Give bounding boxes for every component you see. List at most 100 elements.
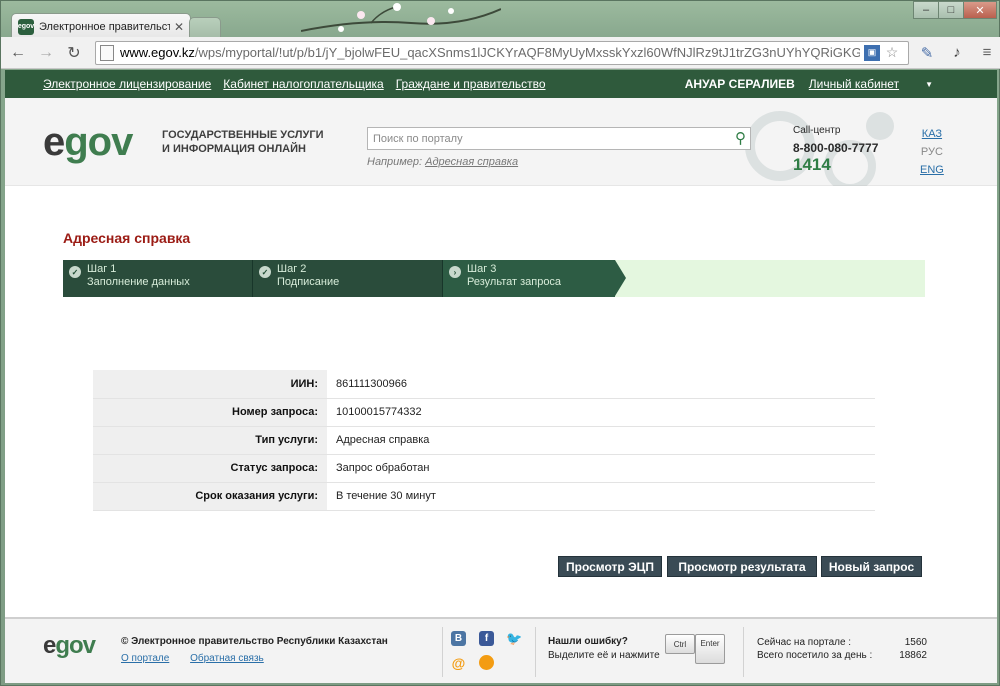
- step-number: Шаг 1: [87, 263, 117, 275]
- new-request-button[interactable]: Новый запрос: [821, 556, 922, 577]
- table-row: Номер запроса: 10100015774332: [93, 398, 875, 427]
- table-row: Срок оказания услуги: В течение 30 минут: [93, 482, 875, 511]
- wizard-steps: ✓ Шаг 1 Заполнение данных ✓ Шаг 2 Подпис…: [63, 260, 925, 297]
- row-value: Запрос обработан: [327, 454, 875, 483]
- site-footer: egov © Электронное правительство Республ…: [5, 617, 997, 683]
- user-name: АНУАР СЕРАЛИЕВ: [684, 77, 795, 91]
- egov-favicon-icon: egov: [18, 18, 34, 35]
- table-row: Статус запроса: Запрос обработан: [93, 454, 875, 483]
- table-row: Тип услуги: Адресная справка: [93, 426, 875, 455]
- about-link[interactable]: О портале: [121, 653, 169, 664]
- row-value: В течение 30 минут: [327, 482, 875, 511]
- browser-window: egov Электронное правительств ✕ – □ ✕ ← …: [0, 0, 1000, 686]
- step-number: Шаг 2: [277, 263, 307, 275]
- step-2: ✓ Шаг 2 Подписание: [253, 260, 443, 297]
- logo-e: e: [43, 120, 65, 164]
- menu-icon[interactable]: ≡: [975, 41, 999, 65]
- search-icon[interactable]: ⚲: [735, 129, 746, 147]
- twitter-icon[interactable]: 🐦: [506, 631, 522, 646]
- url-text[interactable]: www.egov.kz/wps/myportal/!ut/p/b1/jY_bjo…: [120, 45, 860, 60]
- logo-gov: gov: [64, 120, 133, 164]
- footer-divider: [442, 627, 443, 677]
- footer-copyright: © Электронное правительство Республики К…: [121, 636, 388, 647]
- page-title: Адресная справка: [63, 230, 191, 246]
- footer-divider: [743, 627, 744, 677]
- call-center-short-number: 1414: [793, 155, 831, 174]
- nav-link-citizens[interactable]: Граждане и правительство: [396, 77, 546, 91]
- nav-link-licensing[interactable]: Электронное лицензирование: [43, 77, 211, 91]
- footer-logo[interactable]: egov: [43, 632, 96, 660]
- step-name: Подписание: [277, 276, 340, 288]
- site-header: egov ГОСУДАРСТВЕННЫЕ УСЛУГИ И ИНФОРМАЦИЯ…: [5, 98, 997, 186]
- error-text: Выделите её и нажмите: [548, 650, 660, 661]
- blossom-decoration: [301, 3, 501, 32]
- pen-extension-icon[interactable]: ✎: [915, 41, 939, 65]
- stat-daily: Всего посетило за день : 18862: [757, 649, 927, 662]
- hint-link[interactable]: Адресная справка: [425, 156, 518, 168]
- view-result-button[interactable]: Просмотр результата: [667, 556, 817, 577]
- call-center-phone: 8-800-080-7777: [793, 141, 879, 155]
- egov-logo[interactable]: egov: [43, 120, 133, 165]
- minimize-button[interactable]: –: [913, 1, 939, 19]
- tagline-line-1: ГОСУДАРСТВЕННЫЕ УСЛУГИ: [162, 129, 324, 141]
- personal-cabinet-link[interactable]: Личный кабинет: [809, 77, 899, 91]
- row-value: 861111300966: [327, 370, 875, 399]
- search-placeholder: Поиск по порталу: [373, 132, 463, 145]
- footer-stats: Сейчас на портале : 1560 Всего посетило з…: [757, 636, 927, 662]
- hint-prefix: Например:: [367, 156, 423, 168]
- facebook-icon[interactable]: f: [479, 631, 494, 646]
- call-center-label: Call-центр: [793, 125, 841, 136]
- row-label: Срок оказания услуги:: [93, 482, 327, 511]
- check-icon: ✓: [259, 266, 271, 278]
- forward-arrow-icon[interactable]: →: [35, 42, 57, 64]
- report-error: Нашли ошибку? Выделите её и нажмите: [548, 635, 660, 663]
- url-host: www.egov.kz: [120, 45, 195, 60]
- lang-eng[interactable]: ENG: [920, 161, 944, 179]
- mail-icon[interactable]: @: [451, 655, 466, 671]
- maximize-button[interactable]: □: [938, 1, 964, 19]
- url-path: /wps/myportal/!ut/p/b1/jY_bjolwFEU_qacXS…: [194, 45, 860, 60]
- tagline: ГОСУДАРСТВЕННЫЕ УСЛУГИ И ИНФОРМАЦИЯ ОНЛА…: [162, 128, 324, 156]
- chevron-down-icon[interactable]: ▼: [925, 80, 933, 89]
- lang-kaz[interactable]: КАЗ: [920, 125, 944, 143]
- search-input[interactable]: Поиск по порталу ⚲: [367, 127, 751, 150]
- feedback-link[interactable]: Обратная связь: [190, 653, 264, 664]
- nav-link-taxpayer[interactable]: Кабинет налогоплательщика: [223, 77, 383, 91]
- address-bar[interactable]: www.egov.kz/wps/myportal/!ut/p/b1/jY_bjo…: [95, 40, 909, 65]
- footer-links: О портале Обратная связь: [121, 653, 282, 664]
- back-arrow-icon[interactable]: ←: [7, 42, 29, 64]
- stat-label: Всего посетило за день :: [757, 650, 873, 661]
- view-signature-button[interactable]: Просмотр ЭЦП: [558, 556, 662, 577]
- check-icon: ✓: [69, 266, 81, 278]
- footer-logo-e: e: [43, 632, 56, 659]
- search-hint: Например: Адресная справка: [367, 156, 518, 168]
- row-value: Адресная справка: [327, 426, 875, 455]
- tab-title: Электронное правительств: [39, 20, 170, 33]
- page-action-icon[interactable]: ▣: [864, 44, 880, 61]
- new-tab-button[interactable]: [189, 17, 221, 37]
- tab-active[interactable]: egov Электронное правительств ✕: [11, 13, 191, 39]
- bookmark-star-icon[interactable]: ☆: [884, 44, 900, 61]
- footer-divider: [535, 627, 536, 677]
- chat-icon[interactable]: [479, 655, 494, 670]
- footer-logo-gov: gov: [55, 632, 96, 659]
- music-extension-icon[interactable]: ♪: [945, 41, 969, 65]
- reload-icon[interactable]: ↻: [63, 42, 85, 64]
- request-details-table: ИИН: 861111300966 Номер запроса: 101000157…: [93, 370, 875, 511]
- step-3-current: › Шаг 3 Результат запроса: [443, 260, 615, 297]
- row-value: 10100015774332: [327, 398, 875, 427]
- close-tab-icon[interactable]: ✕: [174, 20, 184, 34]
- row-label: ИИН:: [93, 370, 327, 399]
- arrow-right-icon: ›: [449, 266, 461, 278]
- stat-value: 1560: [904, 637, 927, 648]
- row-label: Статус запроса:: [93, 454, 327, 483]
- browser-toolbar: ← → ↻ www.egov.kz/wps/myportal/!ut/p/b1/…: [1, 37, 1000, 69]
- row-label: Тип услуги:: [93, 426, 327, 455]
- stat-label: Сейчас на портале :: [757, 637, 852, 648]
- call-center: Call-центр 8-800-080-7777 1414: [793, 125, 878, 175]
- stat-online: Сейчас на портале : 1560: [757, 636, 927, 649]
- language-switcher: КАЗ РУС ENG: [920, 125, 944, 179]
- vk-icon[interactable]: B: [451, 631, 466, 646]
- close-window-button[interactable]: ✕: [963, 1, 997, 19]
- top-navigation: Электронное лицензирование Кабинет налог…: [5, 70, 997, 98]
